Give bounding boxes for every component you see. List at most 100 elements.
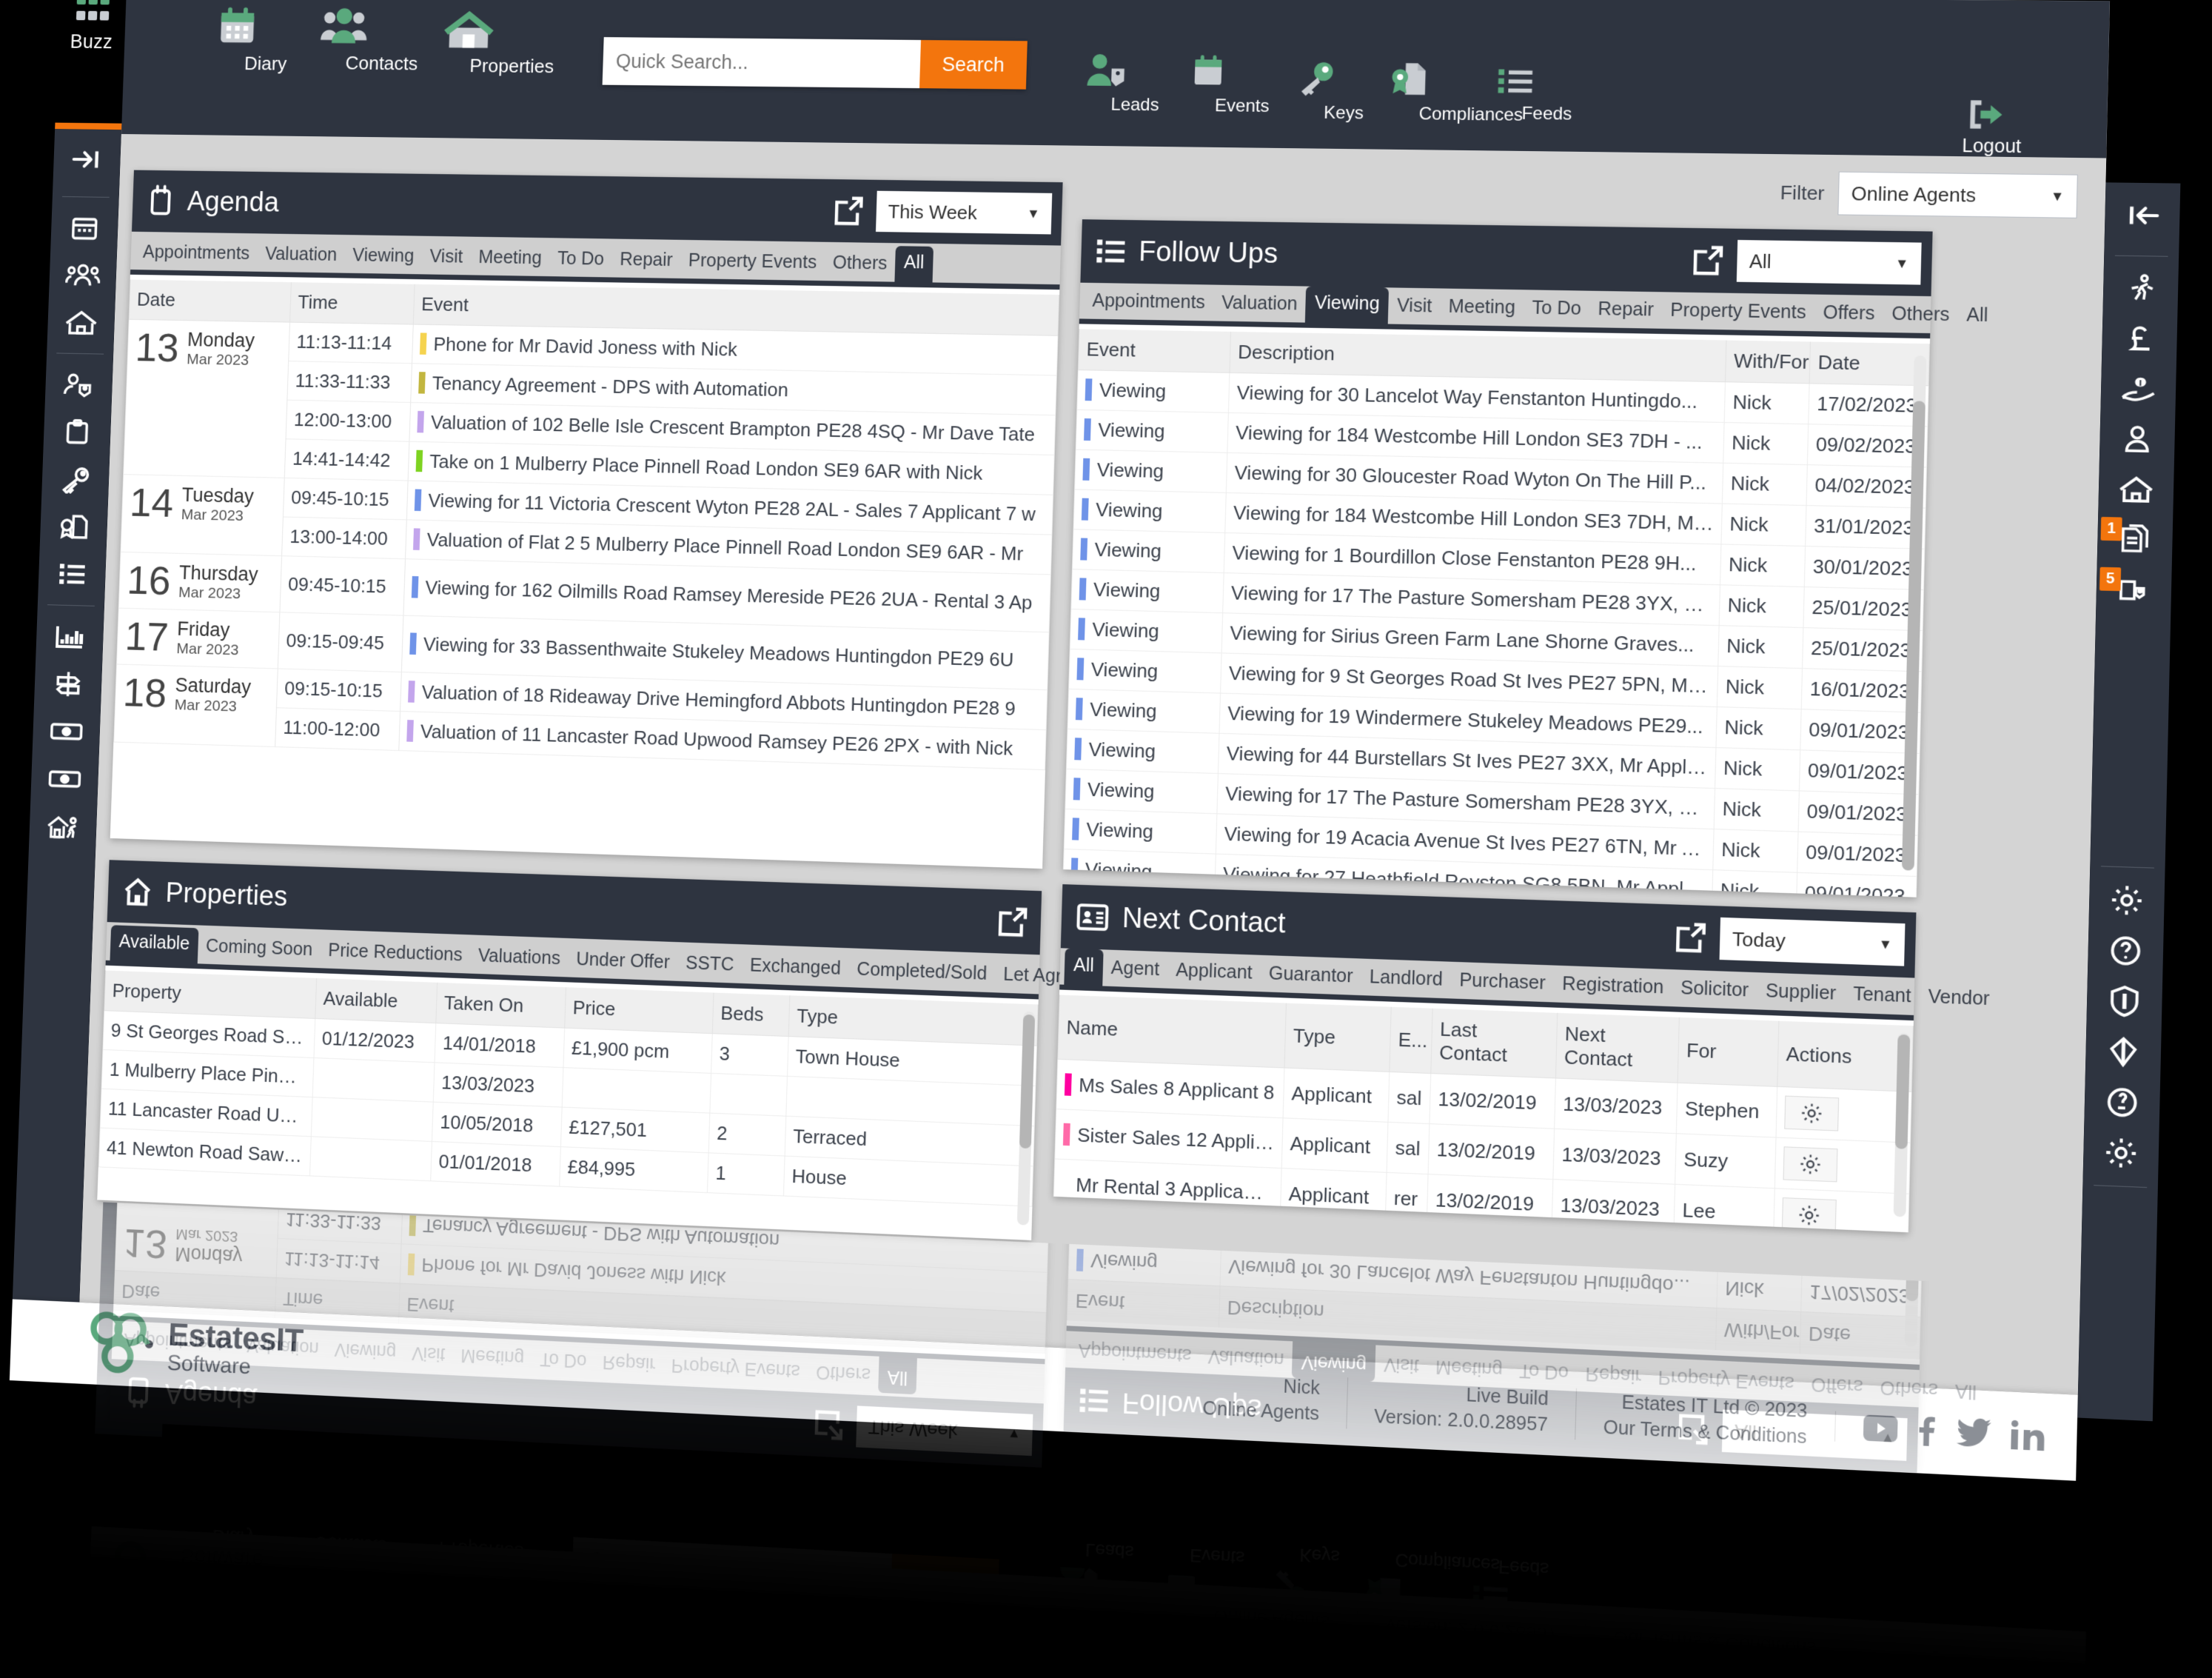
banknote-icon[interactable] (33, 707, 101, 757)
footer-terms-link[interactable]: Our Terms & Conditions (1603, 1417, 1806, 1448)
youtube-icon[interactable] (1871, 1650, 1906, 1678)
tab-all[interactable]: All (1957, 300, 1997, 335)
buzz-logo-button[interactable]: Buzz (55, 0, 127, 130)
tab-valuations[interactable]: Valuations (469, 940, 569, 977)
nav-leads[interactable]: Leads (1056, 1537, 1162, 1607)
documents-icon[interactable]: 1 (2097, 514, 2174, 566)
table-row[interactable]: ViewingViewing for 44 Burstellars St Ive… (1066, 729, 1920, 794)
table-row[interactable]: ViewingViewing for 17 The Pasture Somers… (1071, 569, 1924, 631)
nav-leads[interactable]: Leads (1083, 52, 1188, 116)
nav-contacts[interactable]: Contacts (284, 1530, 415, 1606)
nav-compliances[interactable]: Compliances (1359, 1547, 1535, 1622)
nav-contacts[interactable]: Contacts (318, 6, 447, 76)
followups-scrollbar[interactable] (1904, 355, 1927, 791)
calendar-icon[interactable] (50, 204, 118, 252)
tab-property-events[interactable]: Property Events (1661, 295, 1814, 331)
tab-visit[interactable]: Visit (1388, 290, 1441, 324)
tab-visit[interactable]: Visit (421, 241, 471, 275)
table-row[interactable]: ViewingViewing for 19 Windermere Stukele… (1068, 689, 1920, 753)
table-row[interactable]: ViewingViewing for 30 Lancelot Way Fenst… (1077, 370, 1928, 427)
bar-chart-icon[interactable] (36, 612, 104, 661)
table-row[interactable]: Mr Rental 3 Applicant 3Applicantrer13/02… (1053, 1159, 1909, 1232)
shield-icon[interactable] (2086, 975, 2162, 1028)
tab-repair[interactable]: Repair (1589, 294, 1663, 329)
popout-icon[interactable] (1672, 919, 1710, 957)
search-input[interactable] (572, 1537, 892, 1603)
table-row[interactable]: ViewingViewing for 184 Westcombe Hill Lo… (1073, 489, 1926, 549)
tab-appointments[interactable]: Appointments (1084, 286, 1214, 321)
youtube-icon[interactable] (1863, 1414, 1898, 1442)
gear-icon[interactable] (2088, 874, 2165, 926)
table-row[interactable]: ViewingViewing for 1 Bourdillon Close Fe… (1072, 529, 1924, 590)
list-icon[interactable] (38, 549, 106, 598)
tab-offers[interactable]: Offers (1814, 298, 1883, 332)
filter-select[interactable]: Online Agents ▼ (1837, 172, 2078, 218)
tab-tenant[interactable]: Tenant (1844, 978, 1920, 1015)
tab-viewing[interactable]: Viewing (344, 241, 423, 274)
question-icon[interactable] (2088, 924, 2164, 977)
table-row[interactable]: ViewingViewing for 19 Acacia Avenue St I… (1064, 809, 1917, 876)
runner-icon[interactable] (2102, 264, 2179, 315)
search-button[interactable]: Search (919, 40, 1027, 90)
tab-price-reductions[interactable]: Price Reductions (320, 935, 471, 974)
tab-supplier[interactable]: Supplier (1757, 975, 1845, 1012)
tab-meeting[interactable]: Meeting (470, 242, 550, 276)
clipboard-icon[interactable] (43, 408, 111, 457)
followups-range-select[interactable]: All ▼ (1737, 240, 1922, 285)
house-icon[interactable] (2098, 464, 2174, 515)
tab-applicant[interactable]: Applicant (1167, 955, 1261, 992)
certificate-icon[interactable] (40, 502, 108, 551)
tab-appointments[interactable]: Appointments (135, 238, 258, 272)
tab-all[interactable]: All (894, 246, 933, 282)
tab-to-do[interactable]: To Do (1523, 293, 1589, 327)
person-icon[interactable] (2099, 413, 2176, 465)
signpost-icon[interactable] (34, 660, 103, 709)
nav-compliances[interactable]: Compliances (1384, 59, 1559, 127)
facebook-icon[interactable] (1917, 1415, 1937, 1447)
key-icon[interactable] (41, 455, 110, 504)
tab-property-events[interactable]: Property Events (680, 246, 825, 281)
popout-icon[interactable] (1689, 242, 1727, 278)
table-row[interactable]: ViewingViewing for 9 St Georges Road St … (1069, 649, 1922, 712)
hand-money-icon[interactable] (2100, 364, 2176, 415)
tab-meeting[interactable]: Meeting (1440, 291, 1524, 326)
gear-icon[interactable] (1783, 1146, 1838, 1182)
nav-keys[interactable]: Keys (1270, 1542, 1369, 1611)
search-input[interactable] (603, 37, 921, 88)
pound-icon[interactable] (2102, 313, 2178, 364)
facebook-icon[interactable] (1926, 1651, 1945, 1678)
popout-icon[interactable] (831, 193, 866, 229)
table-row[interactable]: ViewingViewing for Sirius Green Farm Lan… (1070, 609, 1923, 672)
linkedin-icon[interactable] (2011, 1420, 2045, 1451)
tab-viewing[interactable]: Viewing (1305, 287, 1389, 324)
tab-to-do[interactable]: To Do (549, 244, 613, 277)
house-runner-icon[interactable] (29, 802, 98, 852)
nav-feeds[interactable]: Feeds (1494, 63, 1601, 125)
table-row[interactable]: ViewingViewing for 30 Gloucester Road Wy… (1075, 449, 1927, 508)
twitter-icon[interactable] (1965, 1654, 2000, 1678)
tab-solicitor[interactable]: Solicitor (1672, 972, 1757, 1009)
nav-events[interactable]: Events (1160, 1542, 1273, 1614)
tab-landlord[interactable]: Landlord (1361, 962, 1452, 999)
tab-registration[interactable]: Registration (1553, 969, 1672, 1007)
buzz-logo-button[interactable]: Buzz (89, 1458, 94, 1618)
nav-properties[interactable]: Properties (440, 8, 585, 78)
nav-keys[interactable]: Keys (1295, 60, 1393, 124)
collapse-right-icon[interactable] (53, 129, 121, 190)
search-button[interactable]: Search (891, 1554, 999, 1608)
house-icon[interactable] (47, 298, 115, 347)
tag-document-icon[interactable]: 5 (2096, 564, 2172, 616)
gear-icon[interactable] (1784, 1096, 1839, 1132)
table-row[interactable]: ViewingViewing for 9 St Georges Road St … (1063, 889, 1916, 898)
properties-scrollbar[interactable] (1017, 1012, 1036, 1226)
gear-icon[interactable] (2083, 1126, 2159, 1180)
tab-others[interactable]: Others (824, 248, 896, 282)
tab-under-offer[interactable]: Under Offer (568, 944, 678, 981)
tab-coming-soon[interactable]: Coming Soon (198, 931, 321, 968)
gear-icon[interactable] (1782, 1197, 1837, 1232)
tab-guarantor[interactable]: Guarantor (1260, 958, 1361, 995)
tab-let-agreed[interactable]: Let Agreed (995, 959, 1102, 996)
logout-button[interactable]: Logout (1962, 96, 2022, 158)
table-row[interactable]: Ms Sales 8 Applicant 8Applicantsal13/02/… (1056, 1059, 1911, 1143)
next-contact-scrollbar[interactable] (1894, 1033, 1911, 1217)
